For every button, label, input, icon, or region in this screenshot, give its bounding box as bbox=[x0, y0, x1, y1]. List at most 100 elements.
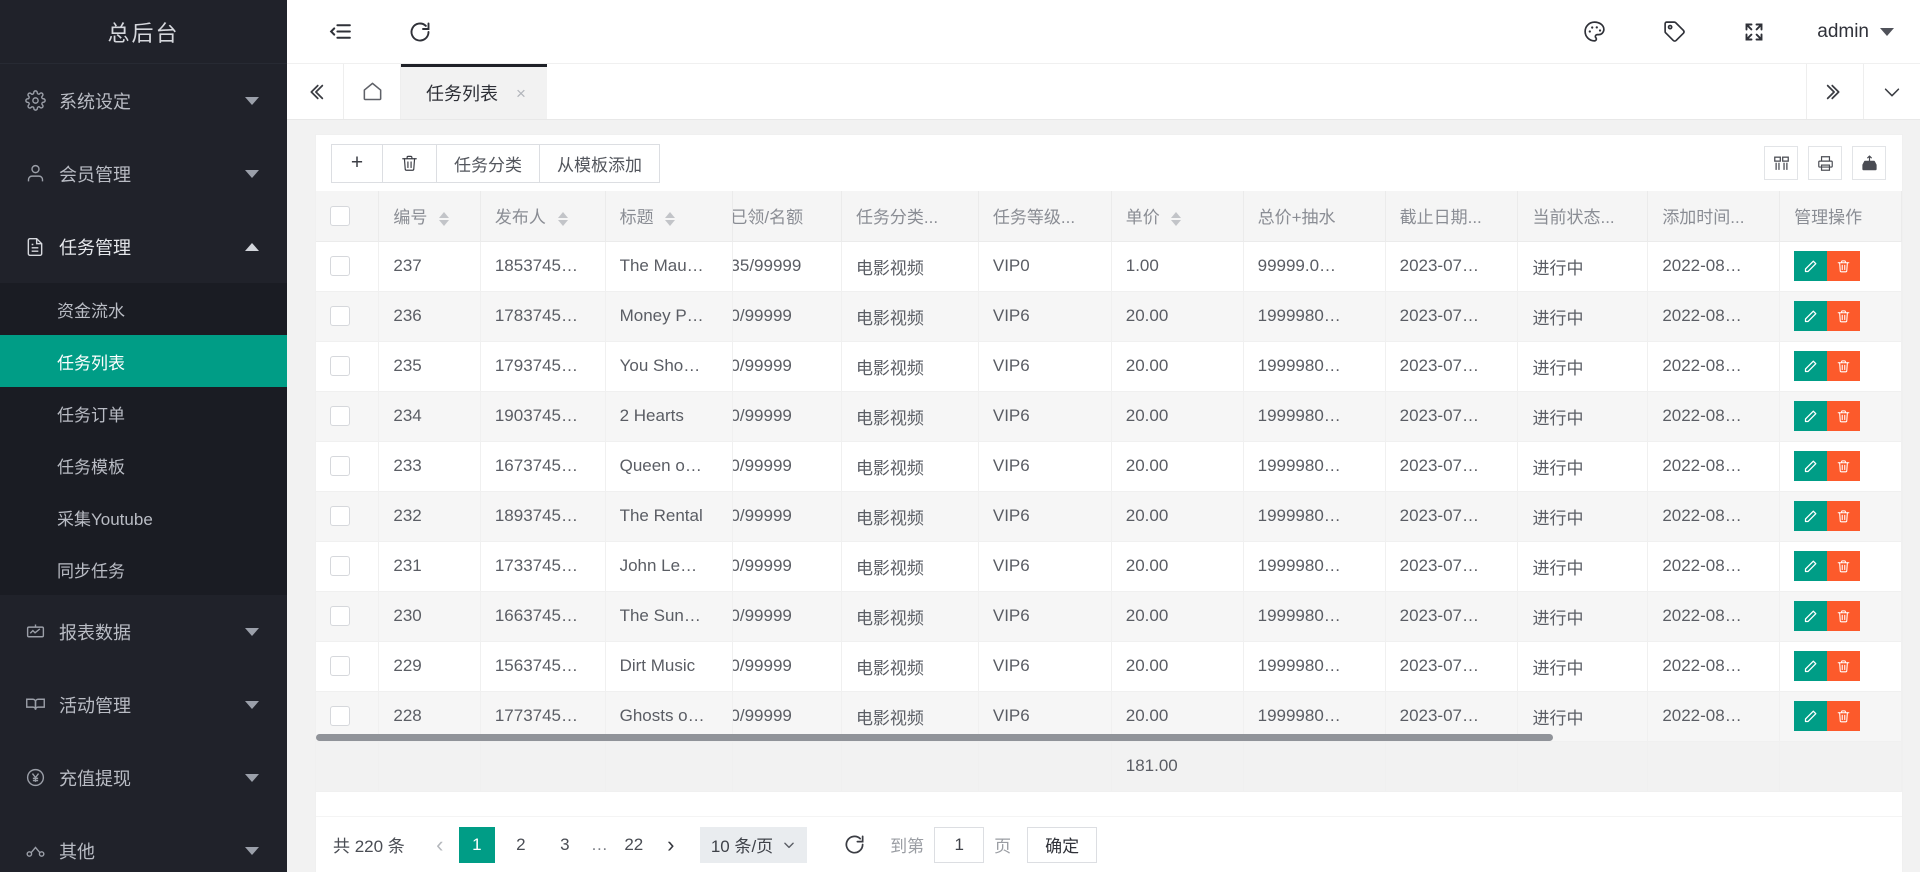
home-icon[interactable] bbox=[344, 64, 401, 119]
sidebar-group-task-management[interactable]: 任务管理 bbox=[0, 210, 287, 283]
delete-row-button[interactable] bbox=[1827, 601, 1860, 631]
table-row[interactable]: 2361783745…Money P…0/99999电影视频VIP620.001… bbox=[316, 291, 1902, 341]
edit-row-button[interactable] bbox=[1794, 401, 1827, 431]
row-checkbox[interactable] bbox=[330, 256, 350, 276]
sidebar-group-system-settings[interactable]: 系统设定 bbox=[0, 64, 287, 137]
export-icon[interactable] bbox=[1852, 146, 1886, 180]
delete-row-button[interactable] bbox=[1827, 551, 1860, 581]
cell-select[interactable] bbox=[316, 241, 379, 291]
header-category[interactable]: 任务分类... bbox=[841, 191, 978, 241]
row-checkbox[interactable] bbox=[330, 406, 350, 426]
delete-row-button[interactable] bbox=[1827, 501, 1860, 531]
delete-row-button[interactable] bbox=[1827, 301, 1860, 331]
row-checkbox[interactable] bbox=[330, 506, 350, 526]
sidebar-item-task-orders[interactable]: 任务订单 bbox=[0, 387, 287, 439]
header-level[interactable]: 任务等级... bbox=[978, 191, 1111, 241]
header-deadline[interactable]: 截止日期... bbox=[1385, 191, 1518, 241]
table-row[interactable]: 2331673745…Queen o…0/99999电影视频VIP620.001… bbox=[316, 441, 1902, 491]
edit-row-button[interactable] bbox=[1794, 551, 1827, 581]
cell-select[interactable] bbox=[316, 391, 379, 441]
select-all-checkbox[interactable] bbox=[330, 206, 350, 226]
header-total-plus-fee[interactable]: 总价+抽水 bbox=[1243, 191, 1385, 241]
sort-icon[interactable] bbox=[665, 212, 675, 226]
jump-page-input[interactable] bbox=[934, 827, 984, 863]
sidebar-group-recharge-withdraw[interactable]: 充值提现 bbox=[0, 741, 287, 814]
delete-row-button[interactable] bbox=[1827, 251, 1860, 281]
tab-task-list[interactable]: 任务列表 × bbox=[401, 64, 547, 119]
tag-icon[interactable] bbox=[1657, 15, 1691, 49]
row-checkbox[interactable] bbox=[330, 656, 350, 676]
close-icon[interactable]: × bbox=[516, 85, 526, 102]
delete-row-button[interactable] bbox=[1827, 451, 1860, 481]
header-publisher[interactable]: 发布人 bbox=[480, 191, 605, 241]
edit-row-button[interactable] bbox=[1794, 301, 1827, 331]
row-checkbox[interactable] bbox=[330, 556, 350, 576]
add-button[interactable]: + bbox=[331, 144, 382, 183]
header-id[interactable]: 编号 bbox=[379, 191, 480, 241]
row-checkbox[interactable] bbox=[330, 706, 350, 726]
row-checkbox[interactable] bbox=[330, 456, 350, 476]
edit-row-button[interactable] bbox=[1794, 501, 1827, 531]
header-status[interactable]: 当前状态... bbox=[1518, 191, 1648, 241]
page-button-1[interactable]: 1 bbox=[459, 827, 495, 863]
cell-select[interactable] bbox=[316, 341, 379, 391]
confirm-button[interactable]: 确定 bbox=[1027, 827, 1097, 863]
table-row[interactable]: 2311733745…John Le…0/99999电影视频VIP620.001… bbox=[316, 541, 1902, 591]
table-row[interactable]: 2291563745…Dirt Music0/99999电影视频VIP620.0… bbox=[316, 641, 1902, 691]
refresh-icon[interactable] bbox=[403, 15, 437, 49]
header-title[interactable]: 标题 bbox=[605, 191, 733, 241]
palette-icon[interactable] bbox=[1577, 15, 1611, 49]
sidebar-item-task-list[interactable]: 任务列表 bbox=[0, 335, 287, 387]
sidebar-item-collect-youtube[interactable]: 采集Youtube bbox=[0, 491, 287, 543]
delete-button[interactable] bbox=[382, 144, 436, 183]
table-scroll-container[interactable]: 编号 发布人 标题 bbox=[316, 191, 1902, 816]
columns-icon[interactable] bbox=[1764, 146, 1798, 180]
row-checkbox[interactable] bbox=[330, 306, 350, 326]
header-add-time[interactable]: 添加时间... bbox=[1648, 191, 1780, 241]
add-from-template-button[interactable]: 从模板添加 bbox=[539, 144, 660, 183]
sidebar-group-other[interactable]: 其他 bbox=[0, 814, 287, 872]
cell-select[interactable] bbox=[316, 291, 379, 341]
sidebar-group-report-data[interactable]: 报表数据 bbox=[0, 595, 287, 668]
cell-select[interactable] bbox=[316, 491, 379, 541]
prev-page-button[interactable]: ‹ bbox=[425, 828, 455, 862]
edit-row-button[interactable] bbox=[1794, 351, 1827, 381]
delete-row-button[interactable] bbox=[1827, 701, 1860, 731]
sidebar-item-fund-flow[interactable]: 资金流水 bbox=[0, 283, 287, 335]
page-size-select[interactable]: 10 条/页 bbox=[700, 827, 807, 863]
sidebar-group-member-management[interactable]: 会员管理 bbox=[0, 137, 287, 210]
cell-select[interactable] bbox=[316, 641, 379, 691]
row-checkbox[interactable] bbox=[330, 356, 350, 376]
chevron-down-icon[interactable] bbox=[1863, 64, 1920, 119]
page-button-last[interactable]: 22 bbox=[616, 827, 652, 863]
menu-fold-icon[interactable] bbox=[323, 15, 357, 49]
sort-icon[interactable] bbox=[1171, 212, 1181, 226]
table-row[interactable]: 2351793745…You Sho…0/99999电影视频VIP620.001… bbox=[316, 341, 1902, 391]
next-page-button[interactable]: › bbox=[656, 828, 686, 862]
edit-row-button[interactable] bbox=[1794, 651, 1827, 681]
print-icon[interactable] bbox=[1808, 146, 1842, 180]
sidebar-item-task-templates[interactable]: 任务模板 bbox=[0, 439, 287, 491]
table-row[interactable]: 2341903745…2 Hearts0/99999电影视频VIP620.001… bbox=[316, 391, 1902, 441]
double-chevron-left-icon[interactable] bbox=[287, 64, 344, 119]
edit-row-button[interactable] bbox=[1794, 451, 1827, 481]
edit-row-button[interactable] bbox=[1794, 251, 1827, 281]
delete-row-button[interactable] bbox=[1827, 351, 1860, 381]
header-price[interactable]: 单价 bbox=[1111, 191, 1243, 241]
table-row[interactable]: 2321893745…The Rental0/99999电影视频VIP620.0… bbox=[316, 491, 1902, 541]
pagination-refresh-button[interactable] bbox=[843, 833, 866, 856]
sidebar-group-activity-management[interactable]: 活动管理 bbox=[0, 668, 287, 741]
sidebar-item-sync-tasks[interactable]: 同步任务 bbox=[0, 543, 287, 595]
sort-icon[interactable] bbox=[558, 212, 568, 226]
cell-select[interactable] bbox=[316, 541, 379, 591]
page-button-3[interactable]: 3 bbox=[547, 827, 583, 863]
cell-select[interactable] bbox=[316, 591, 379, 641]
user-menu[interactable]: admin bbox=[1817, 21, 1894, 43]
header-claimed-quota[interactable]: 已领/名额 bbox=[733, 191, 842, 241]
page-button-2[interactable]: 2 bbox=[503, 827, 539, 863]
table-row[interactable]: 2301663745…The Sun…0/99999电影视频VIP620.001… bbox=[316, 591, 1902, 641]
fullscreen-icon[interactable] bbox=[1737, 15, 1771, 49]
cell-select[interactable] bbox=[316, 441, 379, 491]
double-chevron-right-icon[interactable] bbox=[1806, 64, 1863, 119]
task-category-button[interactable]: 任务分类 bbox=[436, 144, 539, 183]
